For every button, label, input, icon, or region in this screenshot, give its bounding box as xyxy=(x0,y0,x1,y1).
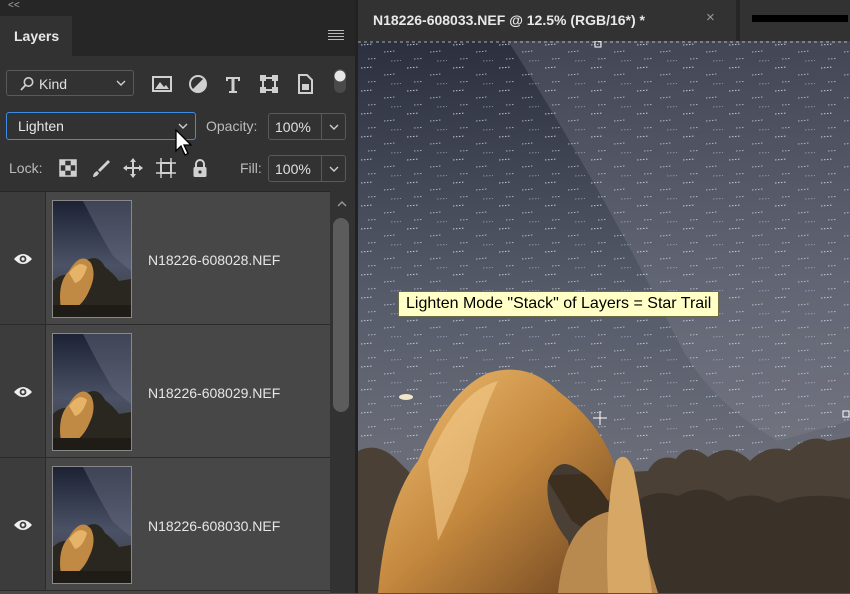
filter-kind-select[interactable]: Kind xyxy=(6,70,134,96)
fill-separator xyxy=(321,156,322,181)
chevron-down-icon[interactable] xyxy=(328,121,340,133)
layer-thumbnail xyxy=(52,466,132,584)
opacity-value: 100% xyxy=(275,119,311,135)
tab-layers-label: Layers xyxy=(14,28,60,44)
document-tab-bar: N18226-608033.NEF @ 12.5% (RGB/16*) * × xyxy=(358,0,850,41)
layer-row[interactable]: N18226-608029.NEF xyxy=(0,325,330,458)
lock-artboard-icon[interactable] xyxy=(156,158,176,178)
eye-icon[interactable] xyxy=(13,518,33,532)
annotation-tooltip: Lighten Mode "Stack" of Layers = Star Tr… xyxy=(398,291,720,317)
lock-label: Lock: xyxy=(9,160,43,176)
document-tab-secondary-title-redacted xyxy=(752,15,848,22)
opacity-label: Opacity: xyxy=(206,118,258,134)
layer-name[interactable]: N18226-608028.NEF xyxy=(148,252,280,268)
hamburger-icon[interactable] xyxy=(328,30,344,42)
shape-filter-icon[interactable] xyxy=(258,73,280,95)
type-filter-icon[interactable] xyxy=(222,73,244,95)
opacity-separator xyxy=(321,114,322,139)
blend-mode-value: Lighten xyxy=(18,118,64,134)
lock-position-icon[interactable] xyxy=(123,158,143,178)
lock-image-pixels-icon[interactable] xyxy=(91,158,111,178)
tab-layers[interactable]: Layers xyxy=(0,16,72,56)
panel-collapse-bar[interactable]: << xyxy=(0,0,355,14)
document-tab-title[interactable]: N18226-608033.NEF @ 12.5% (RGB/16*) * xyxy=(373,12,645,28)
smart-object-filter-icon[interactable] xyxy=(294,73,316,95)
document-canvas[interactable] xyxy=(358,41,850,593)
lock-all-icon[interactable] xyxy=(190,158,210,178)
layer-row[interactable]: N18226-608030.NEF xyxy=(0,458,330,591)
scrollbar-thumb[interactable] xyxy=(333,218,349,412)
chevron-up-icon[interactable] xyxy=(337,200,347,208)
mouse-pointer-icon xyxy=(175,129,193,156)
fill-field[interactable]: 100% xyxy=(268,155,346,182)
photo-canvas-image xyxy=(358,41,850,593)
filter-kind-label: Kind xyxy=(39,76,68,92)
eye-icon[interactable] xyxy=(13,385,33,399)
layer-thumbnail xyxy=(52,333,132,451)
fill-label: Fill: xyxy=(240,160,262,176)
adjustment-filter-icon[interactable] xyxy=(187,73,209,95)
visibility-toggle[interactable] xyxy=(0,458,46,590)
eye-icon[interactable] xyxy=(13,252,33,266)
panel-tab-row: Layers xyxy=(0,14,355,56)
layers-list: N18226-608028.NEF N18226-608029.NEF N182… xyxy=(0,191,330,594)
fill-value: 100% xyxy=(275,161,311,177)
image-filter-icon[interactable] xyxy=(151,73,173,95)
filter-toggle-icon[interactable] xyxy=(333,68,347,94)
layers-panel: << Layers Kind Lighten Opacity: 100% Loc… xyxy=(0,0,355,594)
search-icon xyxy=(20,77,34,91)
lock-transparent-pixels-icon[interactable] xyxy=(58,158,78,178)
collapse-icon[interactable]: << xyxy=(8,0,20,12)
crosshair-cursor-icon xyxy=(593,411,607,425)
blend-mode-select[interactable]: Lighten xyxy=(6,112,196,140)
chevron-down-icon xyxy=(116,80,126,86)
document-tab-secondary[interactable] xyxy=(740,0,850,41)
layer-row[interactable]: N18226-608028.NEF xyxy=(0,192,330,325)
layer-name[interactable]: N18226-608029.NEF xyxy=(148,385,280,401)
visibility-toggle[interactable] xyxy=(0,192,46,324)
document-tab[interactable]: N18226-608033.NEF @ 12.5% (RGB/16*) * × xyxy=(358,0,736,41)
close-icon[interactable]: × xyxy=(706,9,715,26)
visibility-toggle[interactable] xyxy=(0,325,46,457)
layer-name[interactable]: N18226-608030.NEF xyxy=(148,518,280,534)
layer-thumbnail xyxy=(52,200,132,318)
opacity-field[interactable]: 100% xyxy=(268,113,346,140)
chevron-down-icon[interactable] xyxy=(328,163,340,175)
